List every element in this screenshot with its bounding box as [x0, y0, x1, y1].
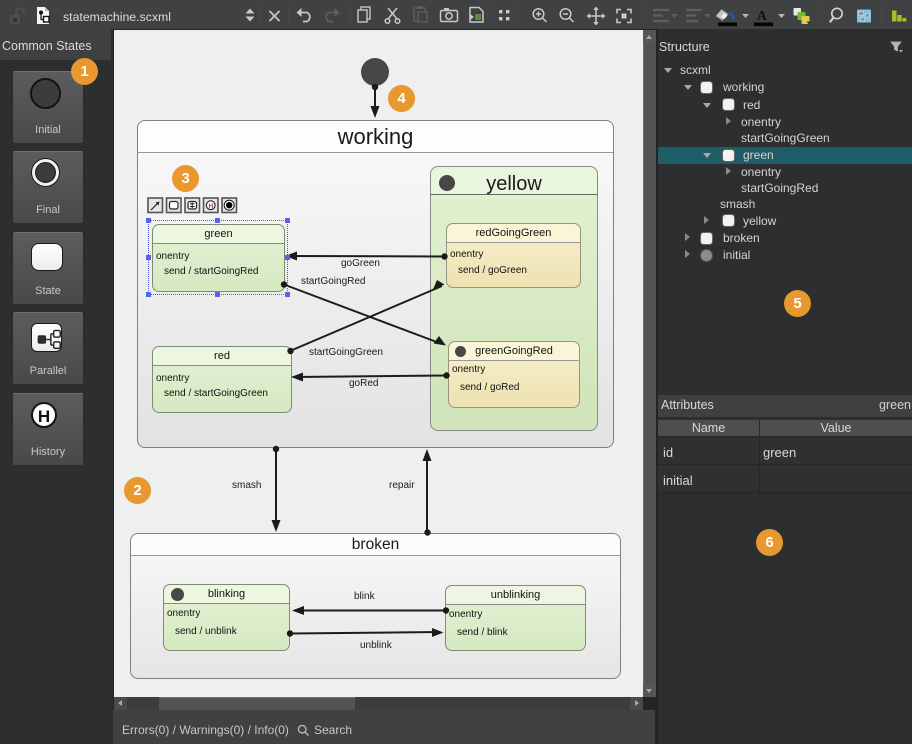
svg-text:H: H — [209, 203, 214, 210]
svg-text:A: A — [757, 8, 767, 23]
svg-text:statemachine.scxml: statemachine.scxml — [63, 10, 171, 24]
